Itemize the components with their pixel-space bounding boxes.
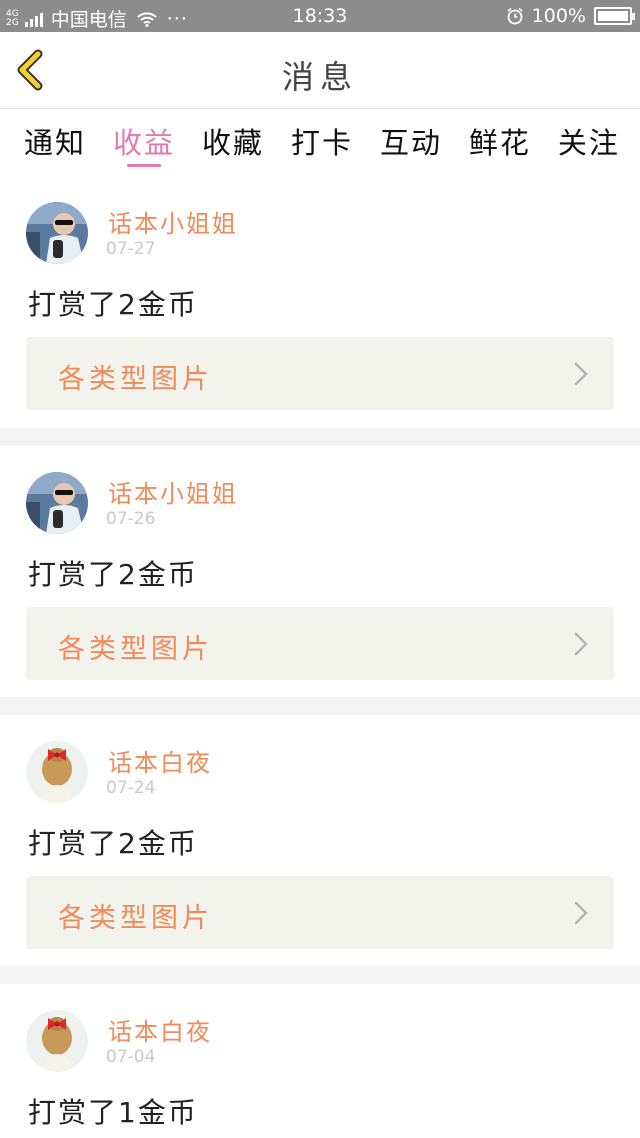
- avatar[interactable]: [26, 472, 88, 534]
- message-date: 07-26: [106, 509, 156, 529]
- tab-earnings[interactable]: 收益: [113, 110, 175, 176]
- battery-percent: 100%: [531, 5, 586, 27]
- chevron-right-icon: [574, 632, 588, 656]
- username[interactable]: 话本白夜: [108, 743, 212, 778]
- tab-flowers[interactable]: 鲜花: [469, 110, 531, 176]
- hair-bun-bow-avatar: [26, 1010, 88, 1072]
- username[interactable]: 话本白夜: [108, 1012, 212, 1047]
- battery-icon: [594, 7, 635, 25]
- status-bar: 4G 2G 中国电信 ··· 18:33 100%: [0, 0, 640, 32]
- hair-bun-bow-avatar: [26, 741, 88, 803]
- chevron-right-icon: [574, 901, 588, 925]
- chevron-right-icon: [574, 362, 588, 386]
- status-right: 100%: [506, 5, 635, 27]
- sunglasses-person-avatar: [26, 202, 88, 264]
- message-text: 打赏了1金币: [28, 1096, 198, 1129]
- message-text: 打赏了2金币: [28, 288, 198, 321]
- message-card: 话本白夜 07-24 打赏了2金币 各类型图片: [0, 715, 640, 966]
- message-date: 07-27: [106, 239, 156, 259]
- message-card: 话本小姐姐 07-27 打赏了2金币 各类型图片: [0, 176, 640, 428]
- sunglasses-person-avatar: [26, 472, 88, 534]
- referenced-post-title: 各类型图片: [58, 634, 213, 665]
- message-date: 07-04: [106, 1047, 156, 1067]
- avatar[interactable]: [26, 1010, 88, 1072]
- referenced-post[interactable]: 各类型图片: [26, 337, 614, 410]
- tab-following[interactable]: 关注: [558, 110, 620, 176]
- referenced-post[interactable]: 各类型图片: [26, 876, 614, 949]
- card-divider: [0, 697, 640, 715]
- referenced-post-title: 各类型图片: [58, 903, 213, 934]
- avatar[interactable]: [26, 202, 88, 264]
- message-text: 打赏了2金币: [28, 827, 198, 860]
- tab-favorites[interactable]: 收藏: [202, 110, 264, 176]
- username[interactable]: 话本小姐姐: [108, 474, 238, 509]
- alarm-icon: [507, 7, 523, 25]
- tab-notifications[interactable]: 通知: [24, 110, 86, 176]
- message-date: 07-24: [106, 778, 156, 798]
- referenced-post[interactable]: 各类型图片: [26, 607, 614, 680]
- referenced-post-title: 各类型图片: [58, 364, 213, 395]
- page-title: 消息: [281, 58, 358, 96]
- tab-bar: 通知 收益 收藏 打卡 互动 鲜花 关注: [0, 110, 640, 176]
- message-card: 话本小姐姐 07-26 打赏了2金币 各类型图片: [0, 446, 640, 697]
- card-divider: [0, 966, 640, 984]
- tab-interactions[interactable]: 互动: [380, 110, 442, 176]
- message-text: 打赏了2金币: [28, 558, 198, 591]
- username[interactable]: 话本小姐姐: [108, 204, 238, 239]
- nav-bar: 消息: [0, 32, 640, 109]
- tab-checkin[interactable]: 打卡: [291, 110, 353, 176]
- avatar[interactable]: [26, 741, 88, 803]
- message-card: 话本白夜 07-04 打赏了1金币: [0, 984, 640, 1138]
- card-divider: [0, 428, 640, 446]
